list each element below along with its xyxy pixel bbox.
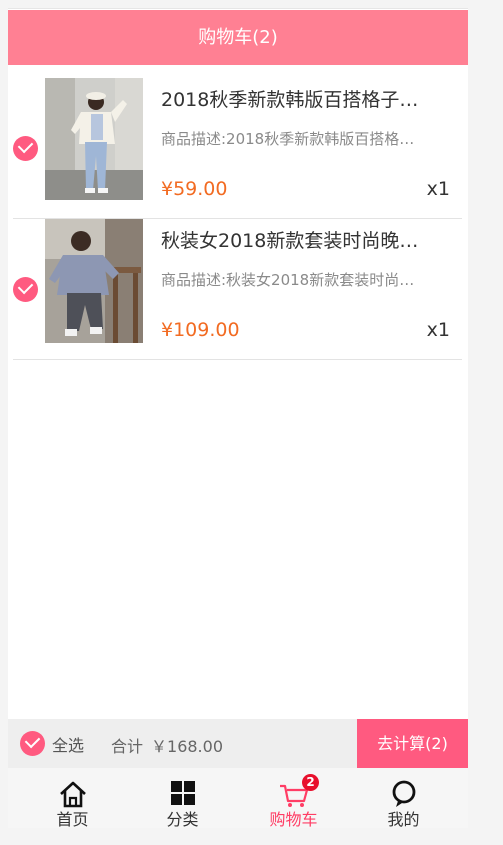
cart-count-badge: 2 [302, 774, 319, 791]
tab-label: 我的 [387, 810, 420, 828]
bottom-tab-bar: 首页 分类 2 购物车 我的 [8, 768, 468, 828]
product-price: ¥59.00 [161, 178, 228, 200]
home-icon [57, 780, 89, 808]
product-description: 商品描述:秋装女2018新款套装时尚… [161, 271, 415, 289]
page-title: 购物车(2) [8, 10, 468, 65]
product-quantity: x1 [426, 178, 450, 200]
product-quantity: x1 [426, 319, 450, 341]
tab-home[interactable]: 首页 [15, 768, 130, 828]
cart-page: 购物车(2) 2018秋季新款韩版百搭格子… 商品描述:2018秋季新款韩版百搭… [8, 8, 468, 828]
select-all-label: 全选 [52, 735, 85, 755]
total-amount: ￥168.00 [151, 737, 224, 756]
select-all-checkbox[interactable] [20, 731, 45, 756]
tab-category[interactable]: 分类 [125, 768, 240, 828]
cart-item[interactable]: 秋装女2018新款套装时尚晚… 商品描述:秋装女2018新款套装时尚… ¥109… [13, 219, 462, 360]
product-title[interactable]: 2018秋季新款韩版百搭格子… [161, 85, 449, 112]
profile-icon [388, 780, 420, 808]
tab-label: 首页 [56, 810, 89, 828]
tab-profile[interactable]: 我的 [346, 768, 461, 828]
item-checkbox[interactable] [13, 136, 38, 161]
tab-label: 分类 [166, 810, 199, 828]
tab-label: 购物车 [269, 810, 318, 828]
grid-icon [167, 780, 199, 808]
select-all-toggle[interactable]: 全选 [20, 731, 84, 756]
product-description: 商品描述:2018秋季新款韩版百搭格… [161, 130, 415, 148]
product-image[interactable] [45, 219, 143, 343]
product-image[interactable] [45, 78, 143, 200]
product-title[interactable]: 秋装女2018新款套装时尚晚… [161, 226, 449, 253]
total-label: 合计 [111, 737, 144, 756]
cart-summary-bar: 全选 合计 ￥168.00 去计算(2) [8, 719, 468, 768]
cart-item[interactable]: 2018秋季新款韩版百搭格子… 商品描述:2018秋季新款韩版百搭格… ¥59.… [13, 78, 462, 219]
tab-cart[interactable]: 2 购物车 [236, 768, 351, 828]
item-checkbox[interactable] [13, 277, 38, 302]
checkout-button[interactable]: 去计算(2) [357, 719, 468, 768]
cart-total: 合计 ￥168.00 [111, 733, 223, 757]
product-price: ¥109.00 [161, 319, 240, 341]
